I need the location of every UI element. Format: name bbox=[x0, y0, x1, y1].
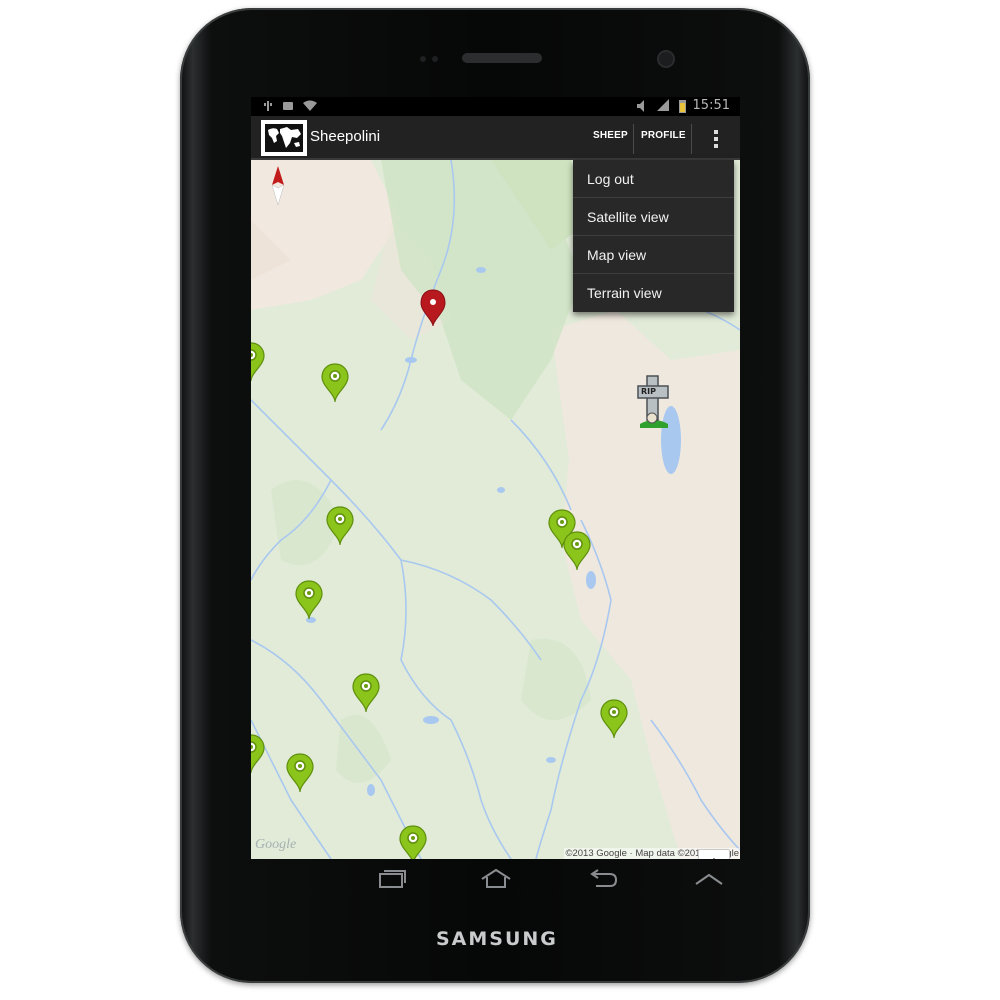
sheep-marker bbox=[251, 342, 265, 382]
notification-icons bbox=[264, 100, 317, 111]
app-logo-icon[interactable] bbox=[261, 120, 307, 156]
overflow-menu-icon[interactable] bbox=[706, 128, 726, 150]
earpiece-speaker bbox=[462, 53, 542, 63]
device-brand: SAMSUNG bbox=[436, 928, 558, 950]
sheep-marker bbox=[286, 753, 314, 793]
profile-button[interactable]: PROFILE bbox=[641, 130, 686, 141]
sheep-marker bbox=[321, 363, 349, 403]
sheep-marker bbox=[563, 531, 591, 571]
action-bar: Sheepolini SHEEP PROFILE bbox=[251, 116, 740, 160]
chevron-up-icon[interactable] bbox=[692, 868, 726, 890]
google-logo: Google bbox=[255, 837, 297, 852]
app-title: Sheepolini bbox=[310, 128, 381, 145]
menu-item-map-view[interactable]: Map view bbox=[573, 236, 734, 274]
sheep-marker bbox=[326, 506, 354, 546]
sheep-marker bbox=[295, 580, 323, 620]
sheep-marker bbox=[251, 734, 265, 774]
screen: 15:51 Sheepolini SHEEP PROFILE RIP Googl… bbox=[251, 97, 740, 859]
status-bar: 15:51 bbox=[251, 97, 740, 116]
tombstone-marker bbox=[637, 375, 669, 428]
recent-apps-icon[interactable] bbox=[374, 868, 408, 890]
action-divider bbox=[633, 124, 634, 154]
home-icon[interactable] bbox=[479, 868, 513, 890]
zoom-controls: + − bbox=[698, 849, 730, 859]
overflow-menu: Log out Satellite view Map view Terrain … bbox=[573, 160, 734, 312]
system-status-icons bbox=[637, 99, 686, 113]
alert-marker bbox=[420, 289, 446, 327]
sheep-marker bbox=[600, 699, 628, 739]
menu-item-terrain-view[interactable]: Terrain view bbox=[573, 274, 734, 312]
front-camera bbox=[659, 52, 673, 66]
zoom-in-button[interactable]: + bbox=[699, 850, 729, 859]
status-clock: 15:51 bbox=[692, 98, 730, 113]
sheep-marker bbox=[399, 825, 427, 859]
sheep-marker bbox=[352, 673, 380, 713]
back-icon[interactable] bbox=[586, 868, 620, 890]
world-map-icon bbox=[268, 127, 301, 148]
sheep-button[interactable]: SHEEP bbox=[593, 130, 628, 141]
light-sensor bbox=[432, 56, 438, 62]
proximity-sensor bbox=[420, 56, 426, 62]
tombstone-label: RIP bbox=[641, 387, 656, 396]
menu-item-satellite-view[interactable]: Satellite view bbox=[573, 198, 734, 236]
menu-item-log-out[interactable]: Log out bbox=[573, 160, 734, 198]
action-divider bbox=[691, 124, 692, 154]
